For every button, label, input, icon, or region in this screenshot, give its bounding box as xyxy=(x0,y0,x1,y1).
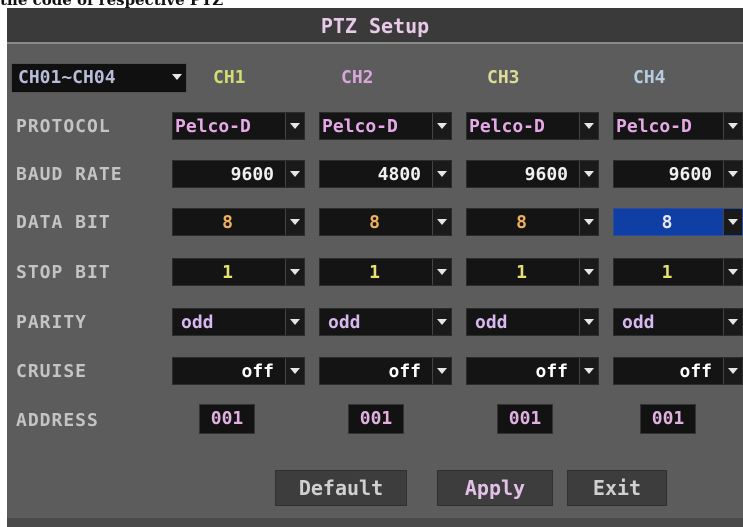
title-bar: PTZ Setup xyxy=(7,8,743,44)
cruise-value: off xyxy=(241,361,274,382)
address-field-ch2[interactable]: 001 xyxy=(348,404,404,434)
stop-bit-value: 1 xyxy=(661,262,673,283)
chevron-down-icon xyxy=(432,309,451,335)
channel-header-ch2: CH2 xyxy=(341,67,374,88)
chevron-down-icon xyxy=(723,113,742,139)
parity-select-ch4[interactable]: odd xyxy=(613,308,743,336)
chevron-down-icon xyxy=(579,113,598,139)
chevron-down-icon xyxy=(168,64,186,90)
chevron-down-icon xyxy=(723,309,742,335)
protocol-value: Pelco-D xyxy=(322,116,398,137)
stop-bit-value: 1 xyxy=(516,262,527,283)
stop-bit-select-ch2[interactable]: 1 xyxy=(319,258,452,286)
bottom-strip xyxy=(7,518,743,527)
stop-bit-label: STOP BIT xyxy=(16,262,111,283)
page-title: PTZ Setup xyxy=(320,14,430,38)
baud-rate-label: BAUD RATE xyxy=(16,164,123,185)
address-field-ch4[interactable]: 001 xyxy=(640,404,696,434)
data-bit-select-ch2[interactable]: 8 xyxy=(319,208,452,236)
stop-bit-select-ch3[interactable]: 1 xyxy=(466,258,599,286)
channel-header-ch4: CH4 xyxy=(633,67,666,88)
address-field-ch1[interactable]: 001 xyxy=(199,404,255,434)
baud-rate-value: 9600 xyxy=(524,164,568,185)
data-bit-value: 8 xyxy=(661,212,673,233)
parity-value: odd xyxy=(622,312,655,333)
parity-label: PARITY xyxy=(16,312,88,333)
stop-bit-value: 1 xyxy=(369,262,380,283)
chevron-down-icon xyxy=(579,358,598,384)
channel-range-value: CH01~CH04 xyxy=(18,67,116,88)
chevron-down-icon xyxy=(723,358,742,384)
address-label: ADDRESS xyxy=(16,410,99,431)
data-bit-select-ch1[interactable]: 8 xyxy=(172,208,305,236)
data-bit-label: DATA BIT xyxy=(16,212,111,233)
ptz-setup-panel: PTZ Setup CH01~CH04 CH1 CH2 CH3 CH4 PROT… xyxy=(7,8,743,527)
parity-value: odd xyxy=(181,312,214,333)
parity-value: odd xyxy=(475,312,508,333)
parity-select-ch1[interactable]: odd xyxy=(172,308,305,336)
channel-header-ch1: CH1 xyxy=(213,67,246,88)
chevron-down-icon xyxy=(579,209,598,235)
apply-button[interactable]: Apply xyxy=(437,470,553,506)
chevron-down-icon xyxy=(723,161,742,187)
cruise-select-ch3[interactable]: off xyxy=(466,357,599,385)
chevron-down-icon xyxy=(285,358,304,384)
cruise-select-ch4[interactable]: off xyxy=(613,357,743,385)
protocol-label: PROTOCOL xyxy=(16,116,111,137)
stop-bit-select-ch4[interactable]: 1 xyxy=(613,258,743,286)
channel-range-select[interactable]: CH01~CH04 xyxy=(11,63,187,93)
baud-rate-value: 4800 xyxy=(377,164,421,185)
chevron-down-icon xyxy=(723,259,742,285)
baud-rate-select-ch2[interactable]: 4800 xyxy=(319,160,452,188)
protocol-select-ch2[interactable]: Pelco-D xyxy=(319,112,452,140)
chevron-down-icon xyxy=(285,113,304,139)
default-button[interactable]: Default xyxy=(275,470,407,506)
chevron-down-icon xyxy=(432,113,451,139)
stop-bit-value: 1 xyxy=(222,262,233,283)
protocol-select-ch4[interactable]: Pelco-D xyxy=(613,112,743,140)
baud-rate-value: 9600 xyxy=(668,164,712,185)
chevron-down-icon xyxy=(432,161,451,187)
chevron-down-icon xyxy=(432,358,451,384)
protocol-value: Pelco-D xyxy=(616,116,692,137)
parity-select-ch3[interactable]: odd xyxy=(466,308,599,336)
baud-rate-select-ch4[interactable]: 9600 xyxy=(613,160,743,188)
chevron-down-icon xyxy=(579,259,598,285)
stop-bit-select-ch1[interactable]: 1 xyxy=(172,258,305,286)
chevron-down-icon xyxy=(285,309,304,335)
data-bit-value: 8 xyxy=(222,212,233,233)
protocol-select-ch1[interactable]: Pelco-D xyxy=(172,112,305,140)
cruise-value: off xyxy=(388,361,421,382)
cruise-label: CRUISE xyxy=(16,361,88,382)
baud-rate-select-ch1[interactable]: 9600 xyxy=(172,160,305,188)
cruise-select-ch1[interactable]: off xyxy=(172,357,305,385)
data-bit-select-ch3[interactable]: 8 xyxy=(466,208,599,236)
data-bit-value: 8 xyxy=(369,212,380,233)
chevron-down-icon xyxy=(579,161,598,187)
address-field-ch3[interactable]: 001 xyxy=(497,404,553,434)
chevron-down-icon xyxy=(723,209,742,235)
chevron-down-icon xyxy=(432,259,451,285)
cruise-value: off xyxy=(679,361,712,382)
exit-button[interactable]: Exit xyxy=(567,470,667,506)
chevron-down-icon xyxy=(285,161,304,187)
chevron-down-icon xyxy=(432,209,451,235)
chevron-down-icon xyxy=(579,309,598,335)
protocol-select-ch3[interactable]: Pelco-D xyxy=(466,112,599,140)
protocol-value: Pelco-D xyxy=(469,116,545,137)
parity-select-ch2[interactable]: odd xyxy=(319,308,452,336)
baud-rate-select-ch3[interactable]: 9600 xyxy=(466,160,599,188)
protocol-value: Pelco-D xyxy=(175,116,251,137)
parity-value: odd xyxy=(328,312,361,333)
cruise-value: off xyxy=(535,361,568,382)
data-bit-value: 8 xyxy=(516,212,527,233)
data-bit-select-ch4[interactable]: 8 xyxy=(613,208,743,236)
cruise-select-ch2[interactable]: off xyxy=(319,357,452,385)
channel-header-ch3: CH3 xyxy=(487,67,520,88)
baud-rate-value: 9600 xyxy=(230,164,274,185)
chevron-down-icon xyxy=(285,259,304,285)
chevron-down-icon xyxy=(285,209,304,235)
